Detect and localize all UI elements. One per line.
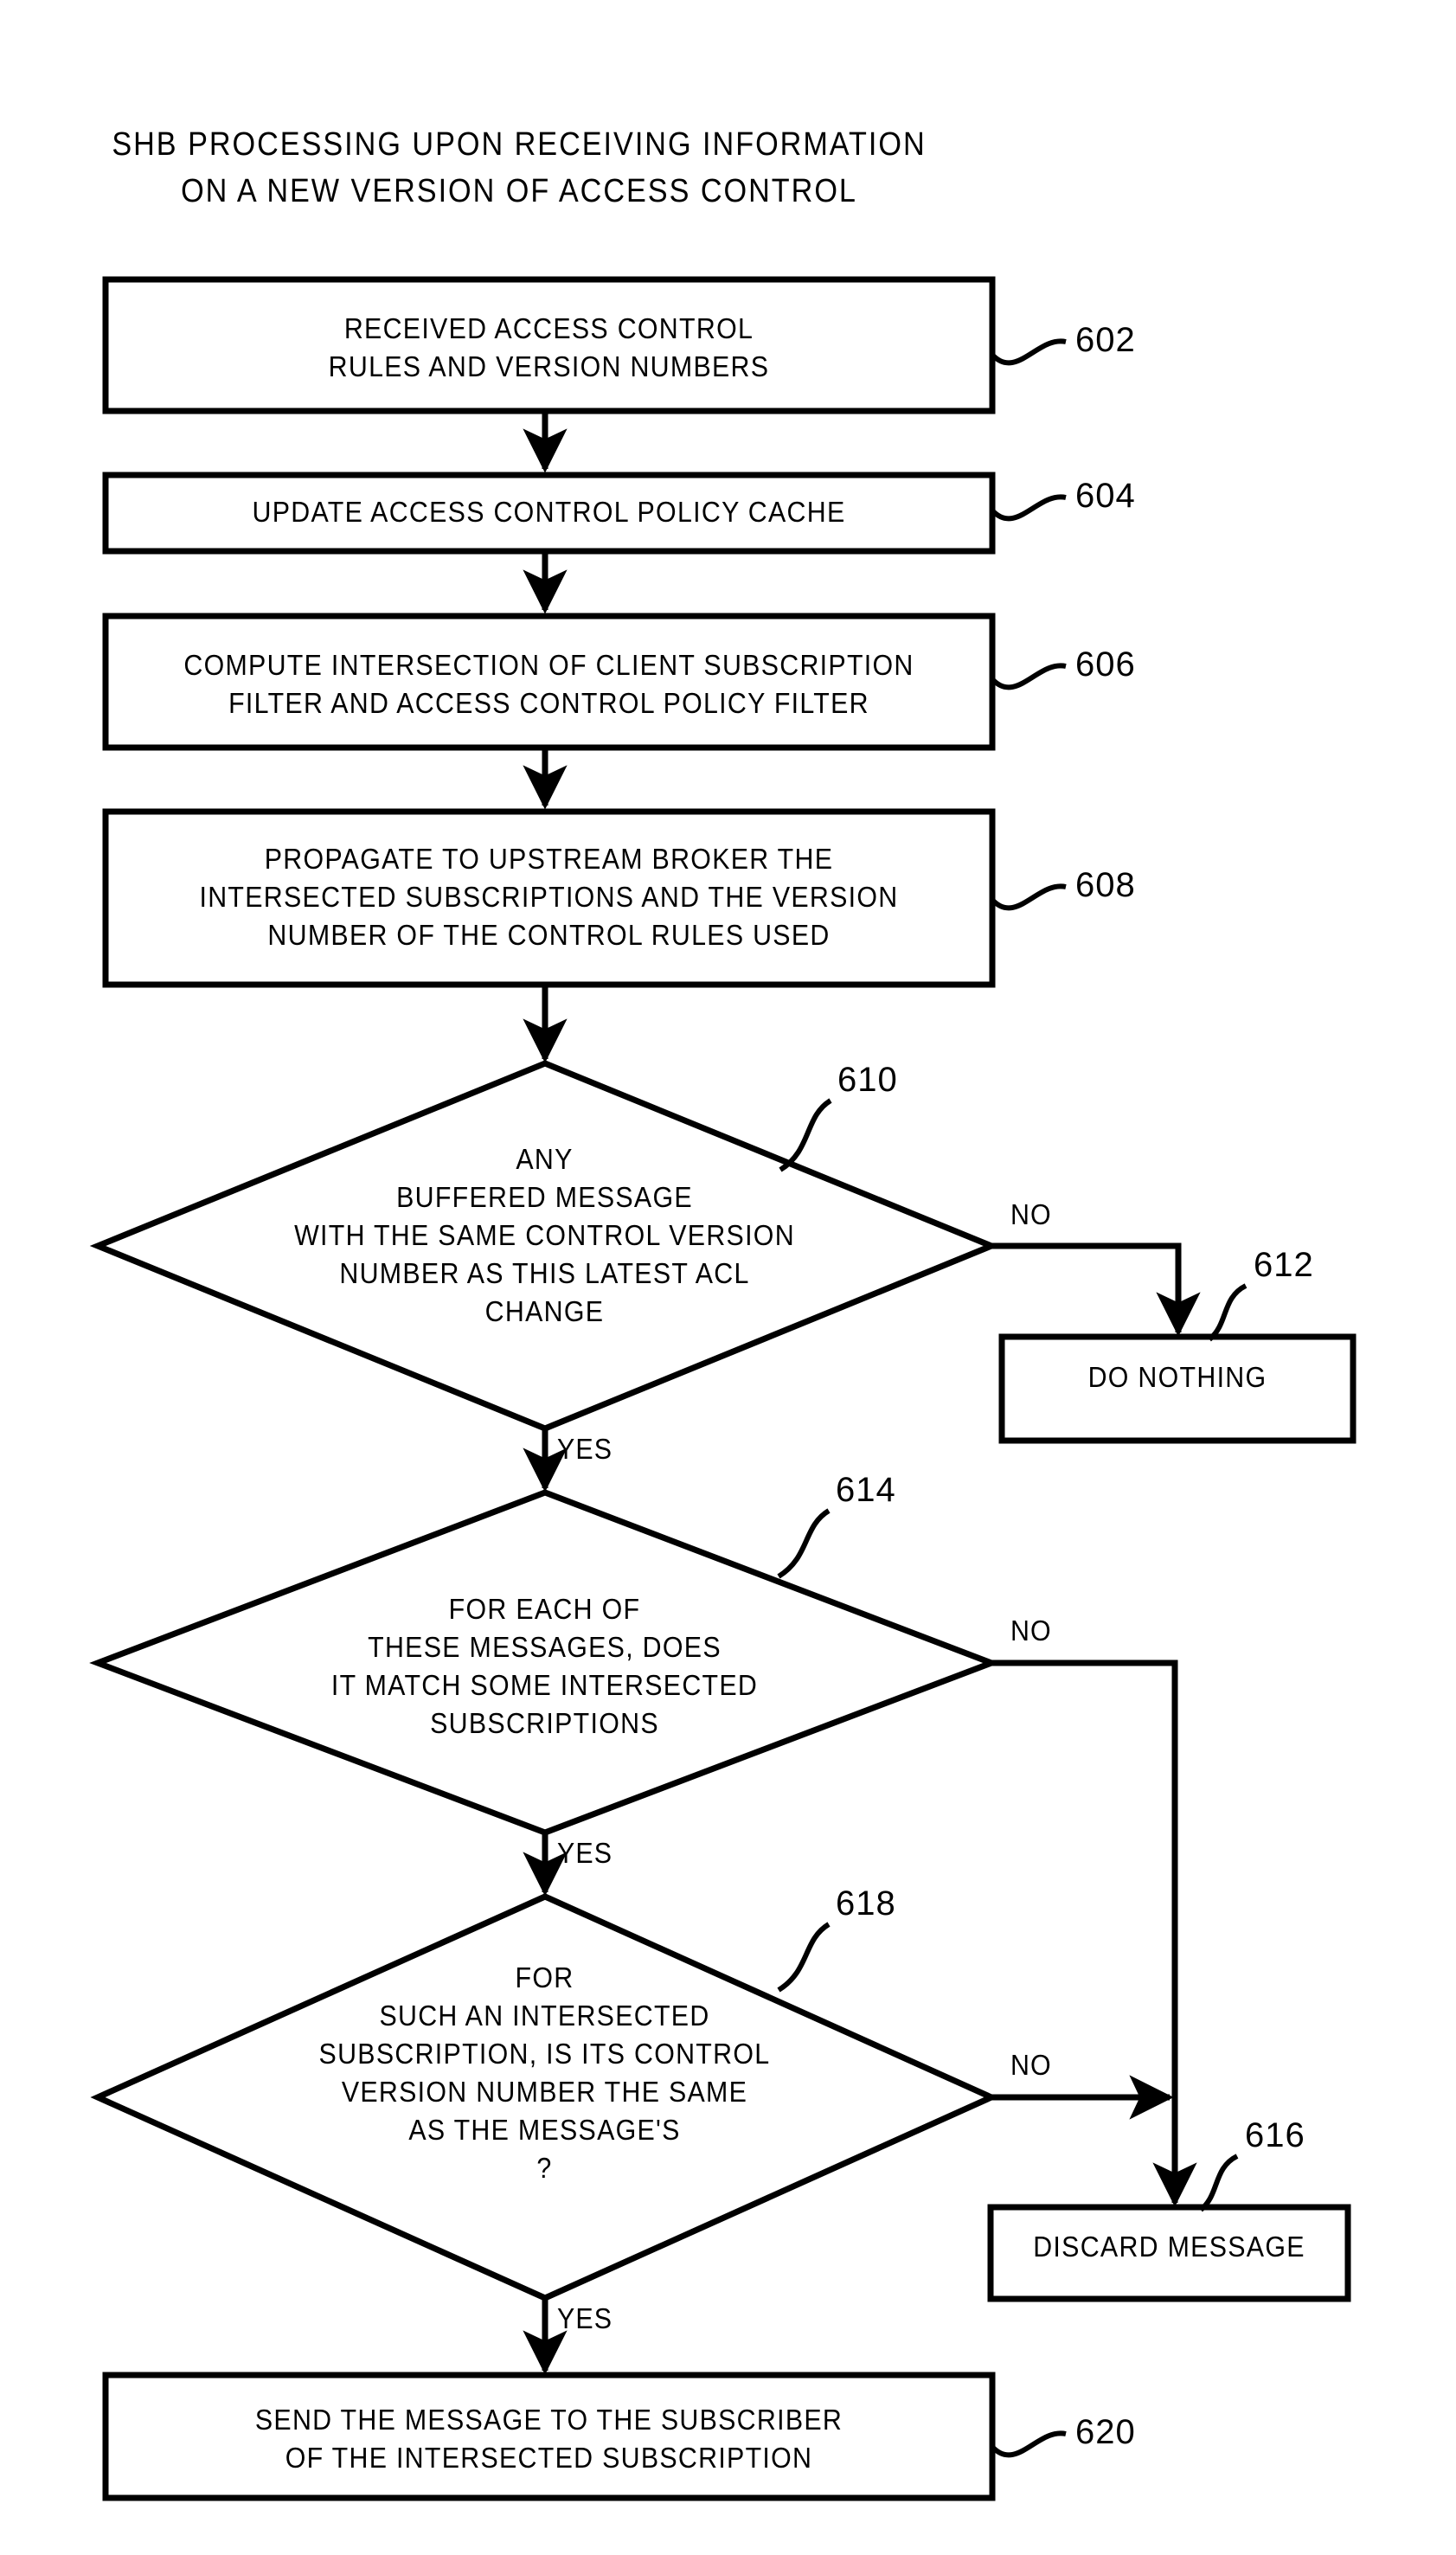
connector-610-612-no <box>991 1242 1201 1337</box>
node-diamond-614 <box>89 1489 1000 1836</box>
ref-numeral-610: 610 <box>837 1061 898 1099</box>
ref-numeral-604: 604 <box>1075 477 1136 515</box>
leader-612 <box>1207 1283 1248 1342</box>
edge-label-614-no: NO <box>1010 1615 1052 1647</box>
ref-numeral-614: 614 <box>836 1471 896 1509</box>
ref-numeral-620: 620 <box>1075 2413 1136 2451</box>
leader-616 <box>1198 2154 1239 2212</box>
node-box-612 <box>998 1333 1357 1444</box>
connector-614-no-bus <box>991 1659 1197 2207</box>
leader-614 <box>777 1508 831 1579</box>
node-box-602 <box>102 276 996 414</box>
node-diamond-610 <box>89 1060 1000 1432</box>
leader-618 <box>777 1922 831 1993</box>
edge-label-610-no: NO <box>1010 1198 1052 1230</box>
node-diamond-618 <box>90 1893 999 2301</box>
ref-numeral-602: 602 <box>1075 321 1136 359</box>
edge-label-610-yes: YES <box>557 1433 613 1465</box>
leader-608 <box>990 883 1067 911</box>
leader-620 <box>990 2430 1067 2458</box>
node-box-620 <box>102 2372 996 2501</box>
ref-numeral-608: 608 <box>1075 866 1136 904</box>
edge-label-618-yes: YES <box>557 2302 613 2334</box>
node-box-606 <box>102 613 996 751</box>
ref-numeral-612: 612 <box>1254 1246 1314 1284</box>
node-box-604 <box>102 472 996 555</box>
edge-label-618-no: NO <box>1010 2049 1052 2081</box>
patent-figure-page: SHB PROCESSING UPON RECEIVING INFORMATIO… <box>0 0 1456 2555</box>
leader-604 <box>990 494 1067 522</box>
leader-606 <box>990 663 1067 690</box>
ref-numeral-606: 606 <box>1075 645 1136 684</box>
ref-numeral-616: 616 <box>1245 2116 1305 2154</box>
leader-602 <box>990 338 1067 366</box>
node-box-608 <box>102 808 996 988</box>
leader-610 <box>779 1098 832 1172</box>
edge-label-614-yes: YES <box>557 1837 613 1869</box>
flowchart-drawing <box>89 276 1357 2501</box>
ref-numeral-618: 618 <box>836 1884 896 1923</box>
node-box-616 <box>987 2204 1351 2302</box>
